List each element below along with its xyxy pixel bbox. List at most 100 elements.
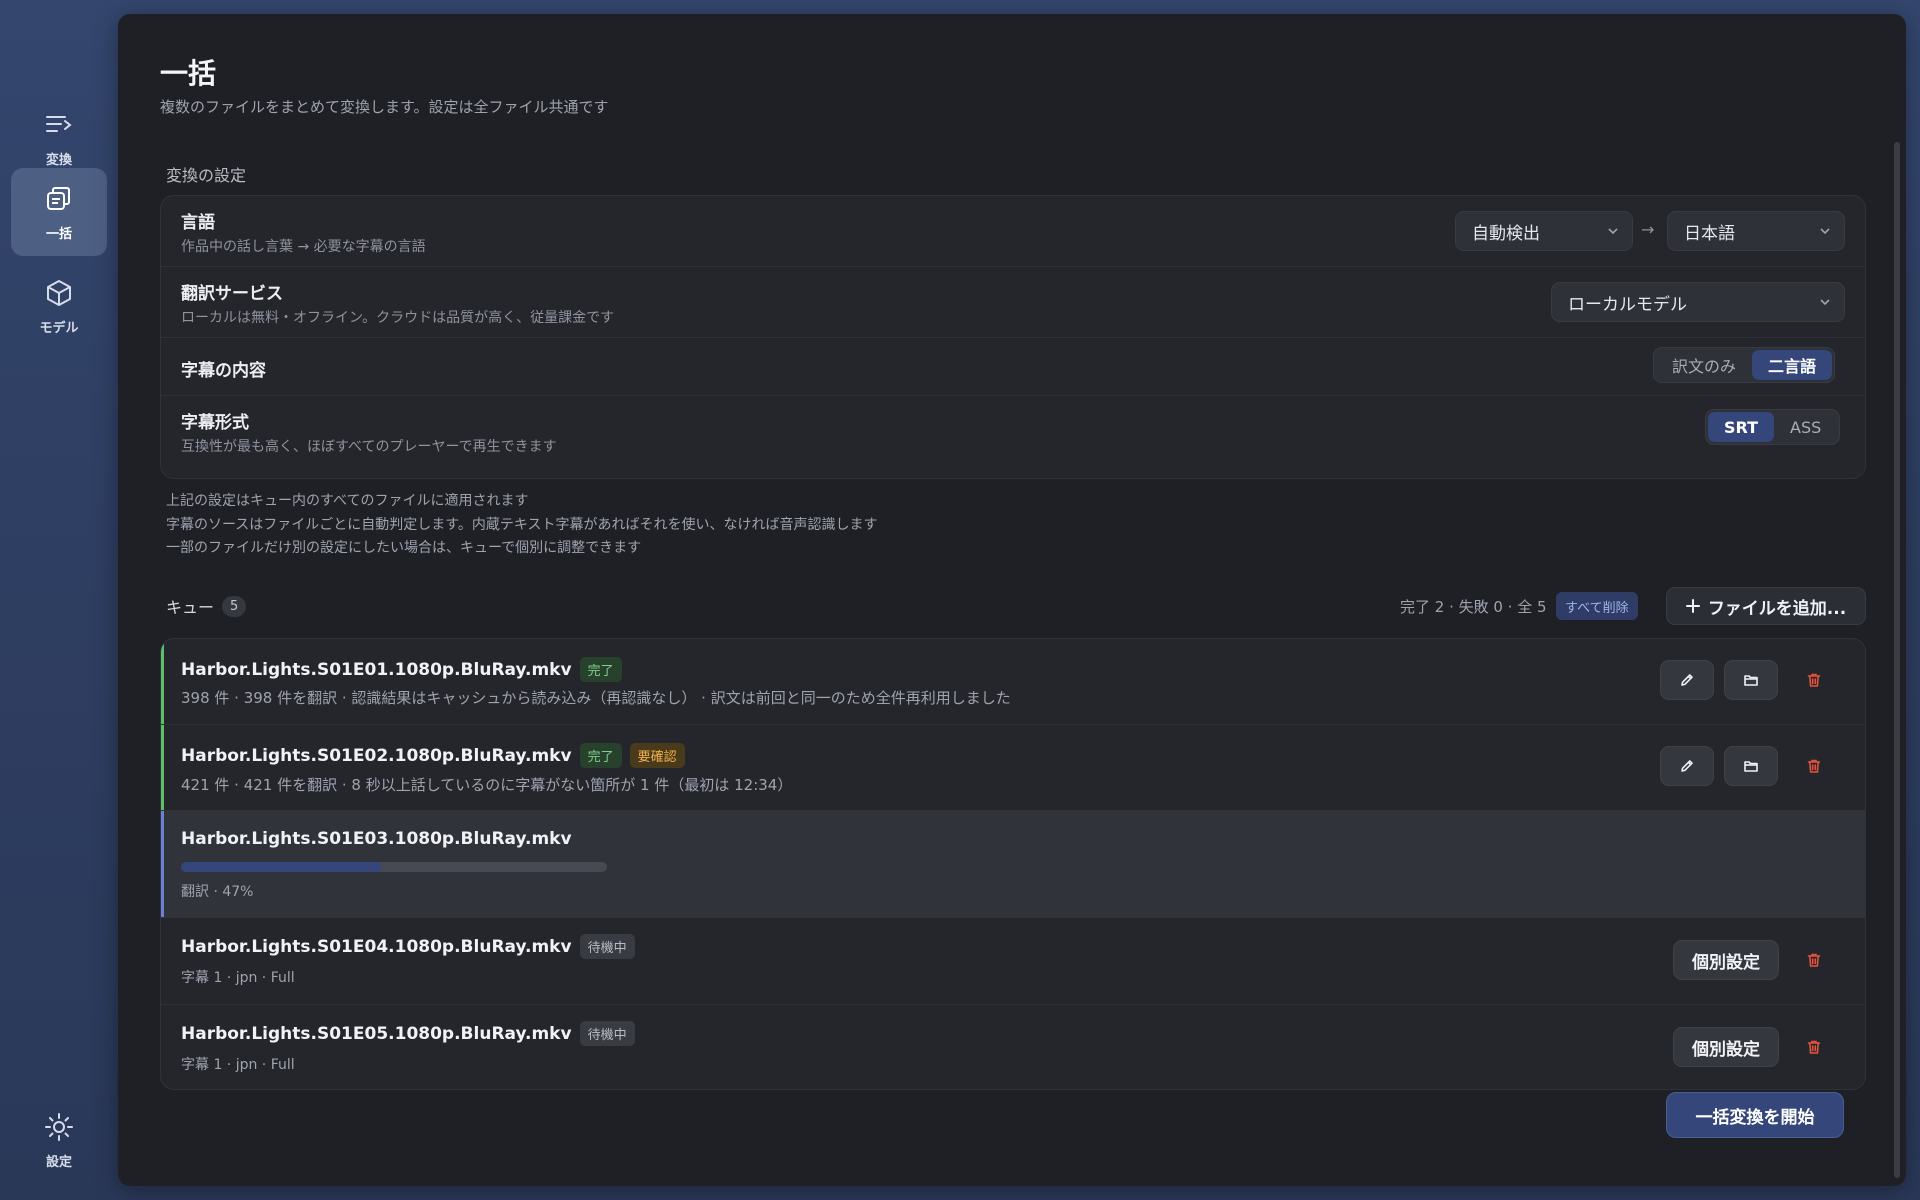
folder-icon — [1744, 675, 1758, 686]
format-segmented-control: SRT ASS — [1705, 409, 1841, 445]
delete-button[interactable] — [1799, 665, 1829, 695]
open-folder-button[interactable] — [1724, 746, 1778, 786]
open-folder-button[interactable] — [1724, 660, 1778, 700]
queue-item: Harbor.Lights.S01E02.1080p.BluRay.mkv 完了… — [161, 724, 1865, 810]
delete-button[interactable] — [1799, 945, 1829, 975]
cube-icon — [47, 279, 71, 306]
status-badge: 待機中 — [579, 934, 635, 959]
file-name: Harbor.Lights.S01E03.1080p.BluRay.mkv — [181, 829, 572, 849]
trash-icon — [1807, 1040, 1821, 1054]
scrollbar[interactable] — [1894, 142, 1900, 1178]
folder-icon — [1744, 761, 1758, 772]
sidebar-item-label: 変換 — [45, 152, 72, 168]
queue-item: Harbor.Lights.S01E03.1080p.BluRay.mkv 翻訳… — [161, 810, 1865, 917]
pencil-icon — [1681, 760, 1693, 772]
content-segmented-control: 訳文のみ 二言語 — [1653, 347, 1836, 383]
needs-review-badge: 要確認 — [629, 743, 685, 768]
delete-button[interactable] — [1799, 1032, 1829, 1062]
format-desc: 互換性が最も高く、ほぼすべてのプレーヤーで再生できます — [181, 439, 557, 455]
translation-service-select[interactable]: ローカルモデル — [1551, 282, 1845, 322]
status-badge: 待機中 — [579, 1021, 635, 1046]
language-desc: 作品中の話し言葉 → 必要な字幕の言語 — [181, 239, 426, 255]
content-option-translation-only[interactable]: 訳文のみ — [1656, 350, 1752, 380]
queue-item: Harbor.Lights.S01E04.1080p.BluRay.mkv 待機… — [161, 917, 1865, 1004]
queue-item-title: Harbor.Lights.S01E03.1080p.BluRay.mkv — [181, 829, 572, 849]
sidebar-item-model[interactable]: モデル — [11, 262, 107, 350]
add-files-button[interactable]: ファイルを追加... — [1666, 587, 1866, 625]
trash-icon — [1807, 759, 1821, 773]
plus-icon — [1685, 599, 1700, 613]
translation-service-value: ローカルモデル — [1568, 294, 1687, 315]
target-language-value: 日本語 — [1684, 223, 1735, 244]
queue-stats: 完了 2 · 失敗 0 · 全 5 — [1400, 598, 1547, 616]
queue-item-meta: 398 件 · 398 件を翻訳 · 認識結果はキャッシュから読み込み（再認識な… — [181, 689, 1011, 707]
trash-icon — [1807, 953, 1821, 967]
status-accent-bar — [161, 811, 164, 917]
format-option-ass[interactable]: ASS — [1774, 412, 1837, 442]
status-badge: 完了 — [579, 743, 622, 768]
queue-item: Harbor.Lights.S01E05.1080p.BluRay.mkv 待機… — [161, 1004, 1865, 1089]
add-files-label: ファイルを追加... — [1707, 598, 1847, 619]
sidebar-item-label: 一括 — [45, 226, 72, 242]
queue-header: キュー 5 — [166, 594, 247, 618]
sidebar-item-settings[interactable]: 設定 — [11, 1096, 107, 1184]
queue-item-title: Harbor.Lights.S01E05.1080p.BluRay.mkv 待機… — [181, 1021, 635, 1046]
progress-fill — [181, 862, 382, 872]
convert-icon — [46, 115, 72, 132]
file-name: Harbor.Lights.S01E01.1080p.BluRay.mkv — [181, 659, 572, 680]
pencil-icon — [1681, 674, 1693, 686]
source-language-value: 自動検出 — [1472, 223, 1540, 244]
chevron-down-icon — [1820, 299, 1830, 306]
status-accent-bar — [161, 725, 164, 810]
page-subtitle: 複数のファイルをまとめて変換します。設定は全ファイル共通です — [160, 98, 609, 116]
language-row: 言語 作品中の話し言葉 → 必要な字幕の言語 自動検出 → 日本語 — [161, 196, 1865, 266]
queue-count-badge: 5 — [222, 595, 247, 617]
edit-button[interactable] — [1660, 746, 1714, 786]
sidebar-item-label: モデル — [39, 320, 79, 336]
delete-button[interactable] — [1799, 751, 1829, 781]
content-row: 字幕の内容 訳文のみ 二言語 — [161, 337, 1865, 395]
format-title: 字幕形式 — [181, 413, 249, 433]
queue-item-title: Harbor.Lights.S01E02.1080p.BluRay.mkv 完了… — [181, 743, 685, 768]
settings-notes: 上記の設定はキュー内のすべてのファイルに適用されます 字幕のソースはファイルごと… — [166, 490, 877, 561]
file-name: Harbor.Lights.S01E04.1080p.BluRay.mkv — [181, 936, 572, 957]
queue-item-meta: 421 件 · 421 件を翻訳 · 8 秒以上話しているのに字幕がない箇所が … — [181, 776, 793, 794]
edit-button[interactable] — [1660, 660, 1714, 700]
sun-icon — [45, 1112, 73, 1141]
content-title: 字幕の内容 — [181, 361, 266, 381]
main-panel: 一括 複数のファイルをまとめて変換します。設定は全ファイル共通です 変換の設定 … — [118, 14, 1906, 1186]
translation-title: 翻訳サービス — [181, 284, 283, 304]
translation-row: 翻訳サービス ローカルは無料・オフライン。クラウドは品質が高く、従量課金です ロ… — [161, 266, 1865, 337]
queue-item: Harbor.Lights.S01E01.1080p.BluRay.mkv 完了… — [161, 639, 1865, 724]
queue-item-meta: 翻訳 · 47% — [181, 884, 254, 900]
format-option-srt[interactable]: SRT — [1708, 412, 1775, 442]
translation-desc: ローカルは無料・オフライン。クラウドは品質が高く、従量課金です — [181, 310, 615, 326]
target-language-select[interactable]: 日本語 — [1667, 211, 1845, 251]
note-line: 字幕のソースはファイルごとに自動判定します。内蔵テキスト字幕があればそれを使い、… — [166, 516, 878, 533]
progress-bar — [181, 862, 607, 872]
batch-icon — [47, 186, 70, 210]
queue-label: キュー — [166, 598, 215, 617]
start-batch-button[interactable]: 一括変換を開始 — [1666, 1092, 1844, 1138]
content-option-bilingual[interactable]: 二言語 — [1752, 350, 1833, 380]
individual-settings-button[interactable]: 個別設定 — [1673, 1027, 1779, 1067]
sidebar-item-batch[interactable]: 一括 — [11, 168, 107, 256]
page-title: 一括 — [160, 57, 217, 90]
chevron-down-icon — [1608, 228, 1618, 235]
individual-settings-button[interactable]: 個別設定 — [1673, 940, 1779, 980]
status-accent-bar — [161, 639, 164, 724]
trash-icon — [1807, 673, 1821, 687]
settings-card: 言語 作品中の話し言葉 → 必要な字幕の言語 自動検出 → 日本語 翻訳サービス… — [160, 195, 1866, 479]
clear-all-button[interactable]: すべて削除 — [1556, 592, 1638, 620]
note-line: 上記の設定はキュー内のすべてのファイルに適用されます — [166, 493, 529, 509]
queue-list: Harbor.Lights.S01E01.1080p.BluRay.mkv 完了… — [160, 638, 1866, 1090]
language-title: 言語 — [181, 213, 215, 233]
file-name: Harbor.Lights.S01E05.1080p.BluRay.mkv — [181, 1023, 572, 1044]
sidebar-item-label: 設定 — [45, 1154, 72, 1170]
status-badge: 完了 — [579, 657, 622, 682]
format-row: 字幕形式 互換性が最も高く、ほぼすべてのプレーヤーで再生できます SRT ASS — [161, 395, 1865, 478]
settings-section-label: 変換の設定 — [166, 166, 247, 185]
source-language-select[interactable]: 自動検出 — [1455, 211, 1633, 251]
note-line: 一部のファイルだけ別の設定にしたい場合は、キューで個別に調整できます — [166, 540, 642, 556]
chevron-down-icon — [1820, 228, 1830, 235]
